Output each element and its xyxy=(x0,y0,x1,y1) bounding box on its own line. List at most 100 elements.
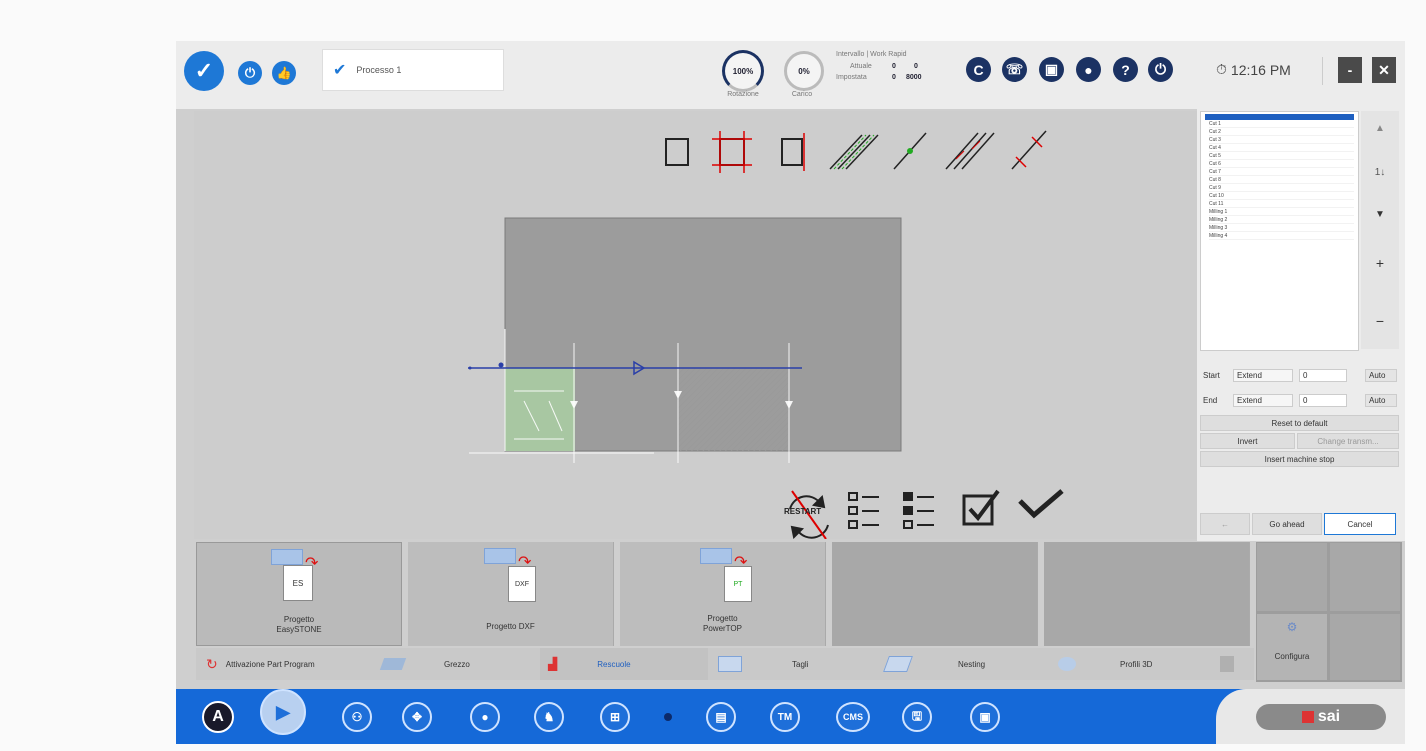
tree-item[interactable]: Cut 8 xyxy=(1209,177,1354,184)
phone-icon[interactable]: ☏ xyxy=(1002,57,1027,82)
zoom-in-button[interactable]: + xyxy=(1361,255,1399,271)
tree-item[interactable]: Cut 10 xyxy=(1209,193,1354,200)
convert-arrow-red-icon: ↷ xyxy=(518,554,532,571)
clock-icon: ⏱ xyxy=(1216,61,1227,77)
go-ahead-button[interactable]: Go ahead xyxy=(1252,513,1322,535)
tree-root[interactable] xyxy=(1205,114,1354,120)
tree-item[interactable]: Cut 5 xyxy=(1209,153,1354,160)
start-auto-button[interactable]: Auto xyxy=(1365,369,1397,382)
help-icon[interactable]: ? xyxy=(1113,57,1138,82)
convert-arrow-icon xyxy=(271,549,303,565)
tile-powertop[interactable]: PT ↷ Progetto PowerTOP xyxy=(620,542,826,646)
reset-default-button[interactable]: Reset to default xyxy=(1200,415,1399,431)
scroll-step-button[interactable]: 1↓ xyxy=(1361,167,1399,178)
scroll-down-button[interactable]: ▼ xyxy=(1361,209,1399,220)
tab-label: Rescuole xyxy=(597,659,631,669)
tools-icon[interactable]: ⚇ xyxy=(342,702,372,732)
tree-item[interactable]: Cut 1 xyxy=(1209,121,1354,128)
tree-item[interactable]: Cut 3 xyxy=(1209,137,1354,144)
end-label: End xyxy=(1203,396,1218,405)
app-icon[interactable]: ▣ xyxy=(970,702,1000,732)
tree-item[interactable]: Cut 6 xyxy=(1209,161,1354,168)
side-tile[interactable] xyxy=(1330,614,1400,680)
load-label: Carico xyxy=(791,91,813,98)
confirm-check-button[interactable]: ✓ xyxy=(184,51,224,91)
tab-scroll-right[interactable] xyxy=(1220,656,1234,672)
action-icons xyxy=(789,489,1064,539)
user-icon[interactable]: ● xyxy=(1076,57,1101,82)
cancel-button[interactable]: Cancel xyxy=(1324,513,1396,535)
tree-item[interactable]: Milling 3 xyxy=(1209,225,1354,232)
close-button[interactable]: ✕ xyxy=(1372,57,1396,83)
rotation-gauge: 100% xyxy=(722,50,764,92)
start-value-input[interactable]: 0 xyxy=(1299,369,1347,382)
tree-item[interactable]: Cut 9 xyxy=(1209,185,1354,192)
save-icon[interactable]: 🖫 xyxy=(902,702,932,732)
tab-nesting[interactable]: Nesting xyxy=(876,648,1044,680)
add-layer-icon[interactable]: ⊞ xyxy=(600,702,630,732)
tab-part-program[interactable]: ↻ Attivazione Part Program xyxy=(196,648,372,680)
convert-arrow-icon xyxy=(700,548,732,564)
scroll-up-button[interactable]: ▲ xyxy=(1361,123,1399,134)
restart-label[interactable]: RESTART xyxy=(784,507,821,516)
tab-cuts[interactable]: Tagli xyxy=(708,648,876,680)
start-row: Start Extend 0 Auto xyxy=(1203,369,1401,382)
cut-mode-icons xyxy=(665,130,1047,173)
convert-arrow-icon xyxy=(484,548,516,564)
configure-tile[interactable]: ⚙ Configura xyxy=(1257,614,1327,680)
invert-button[interactable]: Invert xyxy=(1200,433,1295,449)
brand-text: sai xyxy=(1317,708,1341,725)
c-icon[interactable]: C xyxy=(966,57,991,82)
rotation-gauge-value: 100% xyxy=(732,66,754,76)
minimize-button[interactable]: - xyxy=(1338,57,1362,83)
tree-item[interactable]: Milling 1 xyxy=(1209,209,1354,216)
tile-label-line1: Progetto xyxy=(283,615,315,624)
speed-header: Intervallo | Work Rapid xyxy=(836,51,907,58)
change-direction-button[interactable]: Change transm... xyxy=(1297,433,1399,449)
operations-tree[interactable]: Cut 1 Cut 2 Cut 3 Cut 4 Cut 5 Cut 6 Cut … xyxy=(1200,111,1359,351)
parts-icon: ▟ xyxy=(548,657,558,671)
configure-label: Configura xyxy=(1274,652,1310,661)
cms-button[interactable]: CMS xyxy=(836,702,870,732)
end-mode-select[interactable]: Extend xyxy=(1233,394,1293,407)
transform-icon[interactable]: ✥ xyxy=(402,702,432,732)
zoom-out-button[interactable]: − xyxy=(1361,313,1399,329)
rotation-label: Rotazione xyxy=(727,91,759,98)
scroll-column: ▲ 1↓ ▼ + − xyxy=(1361,111,1399,349)
end-auto-button[interactable]: Auto xyxy=(1365,394,1397,407)
tile-dxf[interactable]: DXF ↷ Progetto DXF xyxy=(408,542,614,646)
side-tile[interactable] xyxy=(1330,543,1400,611)
tab-3d-profiles[interactable]: Profili 3D xyxy=(1044,648,1212,680)
person-icon[interactable]: ● xyxy=(470,702,500,732)
tab-parts[interactable]: ▟ Rescuole xyxy=(540,648,708,680)
media-play-icon[interactable]: ▶ xyxy=(260,689,306,735)
start-label: Start xyxy=(1203,371,1220,380)
tab-raw[interactable]: Grezzo xyxy=(372,648,540,680)
tree-item[interactable]: Milling 4 xyxy=(1209,233,1354,240)
toolbox-icon[interactable]: ▣ xyxy=(1039,57,1064,82)
tile-easystone[interactable]: ES ↷ Progetto EasySTONE xyxy=(196,542,402,646)
cleaning-icon[interactable]: ♞ xyxy=(534,702,564,732)
tree-item[interactable]: Cut 2 xyxy=(1209,129,1354,136)
back-button[interactable]: ← xyxy=(1200,513,1250,535)
part-program-icon: ↻ xyxy=(206,655,218,672)
end-value-input[interactable]: 0 xyxy=(1299,394,1347,407)
start-mode-select[interactable]: Extend xyxy=(1233,369,1293,382)
tree-item[interactable]: Milling 2 xyxy=(1209,217,1354,224)
set-rapid: 8000 xyxy=(906,74,922,81)
thumbs-up-icon[interactable]: 👍 xyxy=(272,61,296,85)
side-tile[interactable] xyxy=(1257,543,1327,611)
window-icon[interactable]: ▤ xyxy=(706,702,736,732)
drawing-canvas[interactable]: RESTART xyxy=(194,111,1197,539)
start-button[interactable]: A xyxy=(202,701,234,733)
insert-machine-stop-button[interactable]: Insert machine stop xyxy=(1200,451,1399,467)
tree-item[interactable]: Cut 7 xyxy=(1209,169,1354,176)
tree-item[interactable]: Cut 4 xyxy=(1209,145,1354,152)
process-tab[interactable]: ✔ Processo 1 xyxy=(322,49,504,91)
convert-arrow-red-icon: ↷ xyxy=(305,555,319,572)
tree-item[interactable]: Cut 11 xyxy=(1209,201,1354,208)
power-off-icon[interactable]: ⏻ xyxy=(1148,57,1173,82)
tm-button[interactable]: TM xyxy=(770,702,800,732)
end-row: End Extend 0 Auto xyxy=(1203,394,1401,407)
power-icon[interactable]: ⏻ xyxy=(238,61,262,85)
